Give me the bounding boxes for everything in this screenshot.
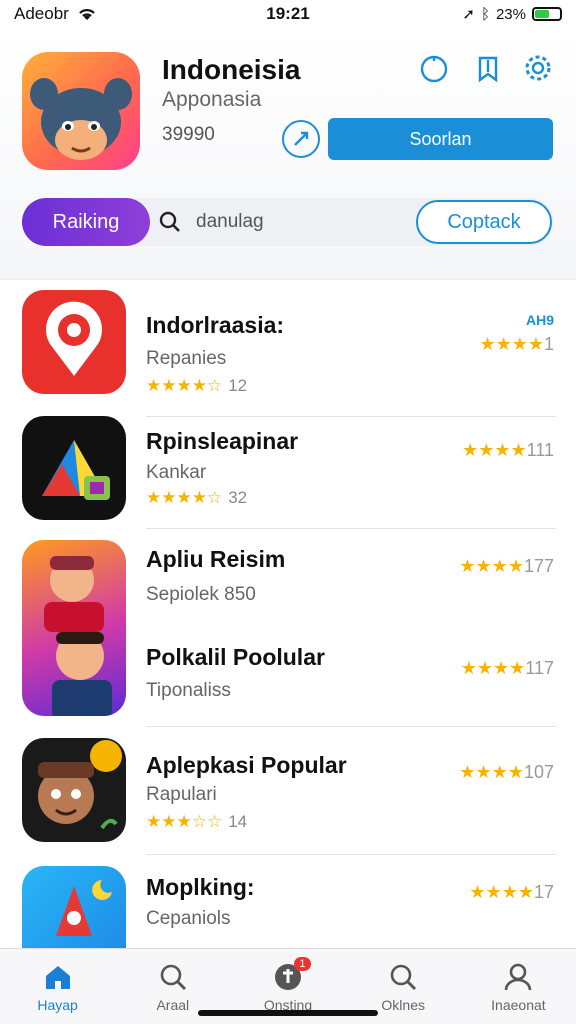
app-header: Indoneisia Apponasia 39990 Soorlan Raiki… [0,28,576,280]
item-side-rating: ★★★★111 [462,440,554,460]
item-title: Apliu Reisim [146,546,286,572]
app-list: Indorlraasia: Repanies ★★★★☆ 12 AH9 ★★★★1… [0,280,576,948]
search-bar: Raiking Coptack [22,198,554,246]
item-subtitle: Sepiolek 850 [146,584,256,605]
wifi-icon [79,9,95,20]
item-subtitle: Repanies [146,348,227,369]
app-title: Indoneisia [162,54,301,85]
divider [146,726,556,727]
location-pin-icon [22,290,126,394]
tab-label: Inaeonat [491,997,546,1013]
item-side-rating: ★★★★1 [479,334,554,354]
location-icon: ➚ [462,6,475,23]
item-rating-count: 14 [228,812,248,831]
item-subtitle: Tiponaliss [146,680,231,701]
notification-badge: 1 [294,957,311,971]
carrier-label: Adeobr [14,4,69,23]
bluetooth-icon: ᛒ [480,5,490,23]
share-button[interactable] [282,120,320,158]
app-icon [22,52,140,170]
item-title: Moplking: [146,874,255,900]
app-subtitle: Apponasia [162,88,262,111]
divider [146,854,556,855]
item-side-rating: ★★★★107 [459,762,554,782]
item-side-rating-count: 117 [525,658,554,678]
primary-action-button[interactable]: Soorlan [328,118,553,160]
item-rating: ★★★★☆ 32 [146,488,248,507]
item-subtitle: Kankar [146,462,207,483]
timer-icon[interactable] [418,52,450,84]
rocket-app-icon [22,866,126,948]
item-rating-count: 12 [228,376,248,395]
item-side-rating-count: 107 [523,762,554,782]
item-side-rating-count: 1 [543,334,554,354]
item-title: Aplepkasi Popular [146,752,347,778]
triangle-app-icon [22,416,126,520]
item-side-rating: ★★★★17 [469,882,554,902]
divider [146,528,556,529]
home-indicator[interactable] [198,1010,378,1016]
search-icon [390,964,417,991]
tab-label: Hayap [37,997,78,1013]
divider [146,416,556,417]
bookmark-icon[interactable] [472,52,504,84]
item-side-rating-count: 111 [526,440,554,460]
item-rating: ★★★☆☆ 14 [146,812,248,831]
search-icon[interactable] [158,210,182,234]
item-tag: AH9 [525,312,554,328]
portrait-app-icon [22,738,126,842]
search-input[interactable] [194,206,404,238]
item-side-rating: ★★★★117 [460,658,554,678]
item-rating-count: 32 [228,488,248,507]
status-bar: Adeobr 19:21 ➚ ᛒ 23% [0,0,576,28]
tab-label: Araal [156,997,190,1013]
home-icon [45,966,70,989]
battery-icon [532,7,562,21]
battery-percent: 23% [495,5,526,23]
tab-profile[interactable]: Inaeonat [461,949,576,1024]
item-subtitle: Rapulari [146,784,217,805]
ranking-button[interactable]: Raiking [22,198,150,246]
tab-home[interactable]: Hayap [0,949,115,1024]
avatar-app-icon [22,540,126,716]
item-side-rating: ★★★★177 [459,556,554,576]
tab-label: Oklnes [381,997,425,1013]
app-number: 39990 [162,124,215,145]
item-side-rating-count: 177 [523,556,554,576]
status-time: 19:21 [266,4,310,23]
gear-icon[interactable] [522,52,554,84]
item-title: Rpinsleapinar [146,428,299,454]
profile-icon [505,963,532,991]
search-icon [160,964,186,991]
item-title: Indorlraasia: [146,312,285,338]
item-subtitle: Cepaniols [146,908,231,929]
share-icon [294,131,309,146]
item-rating: ★★★★☆ 12 [146,376,248,395]
item-side-rating-count: 17 [533,882,554,902]
item-title: Polkalil Poolular [146,644,325,670]
contact-button[interactable]: Coptack [416,200,552,244]
